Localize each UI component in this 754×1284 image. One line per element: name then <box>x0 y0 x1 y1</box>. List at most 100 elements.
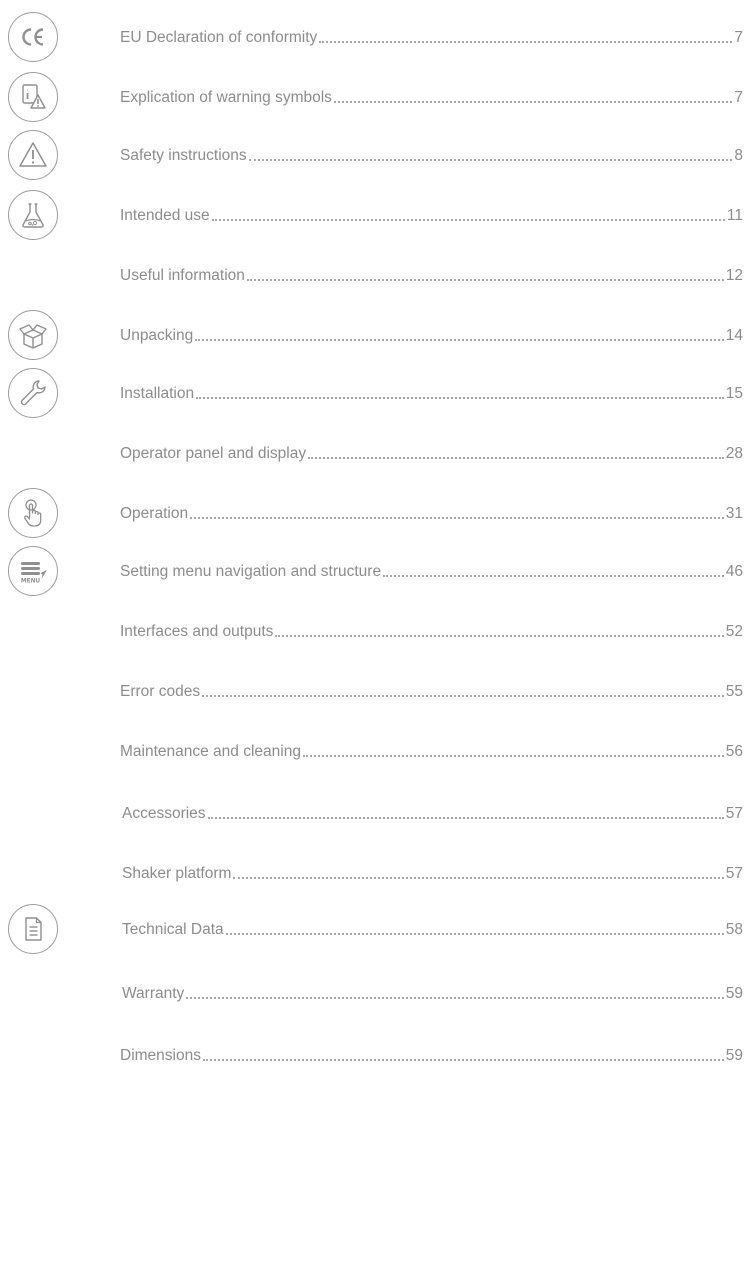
toc-row-maintenance[interactable]: Maintenance and cleaning 56 <box>0 726 754 782</box>
toc-row-operation[interactable]: Operation 31 <box>0 488 754 544</box>
menu-icon-label: MENU <box>21 579 41 585</box>
toc-row-warning-symbols[interactable]: Explication of warning symbols 7 <box>0 72 754 128</box>
toc-title: Warranty <box>122 985 185 1002</box>
toc-row-dimensions[interactable]: Dimensions 59 <box>0 1030 754 1086</box>
toc-entry: Operation 31 <box>120 502 743 524</box>
dot-leader <box>195 339 724 341</box>
toc-entry: Safety instructions 8 <box>120 144 743 166</box>
toc-page-number: 56 <box>725 743 743 760</box>
toc-page-number: 12 <box>725 267 743 284</box>
dot-leader <box>319 41 733 43</box>
lab-flask-icon <box>8 190 58 240</box>
dot-leader <box>333 101 733 103</box>
toc-title: Dimensions <box>120 1047 201 1064</box>
toc-entry: Shaker platform 57 <box>122 862 743 884</box>
toc-row-operator-panel[interactable]: Operator panel and display 28 <box>0 428 754 484</box>
toc-entry: Interfaces and outputs 52 <box>120 620 743 642</box>
toc-row-unpacking[interactable]: Unpacking 14 <box>0 310 754 366</box>
info-warning-icon <box>8 72 58 122</box>
toc-entry: Dimensions 59 <box>120 1044 743 1066</box>
toc-page-number: 28 <box>725 445 743 462</box>
toc-entry: Accessories 57 <box>122 802 743 824</box>
document-icon <box>8 904 58 954</box>
toc-page-number: 8 <box>734 147 743 164</box>
toc-title: Technical Data <box>122 921 224 938</box>
toc-title: Intended use <box>120 207 210 224</box>
toc-title: Installation <box>120 385 195 402</box>
dot-leader <box>308 457 724 459</box>
dot-leader <box>248 159 733 161</box>
toc-entry: Error codes 55 <box>120 680 743 702</box>
toc-page-number: 14 <box>725 327 743 344</box>
touch-hand-icon <box>8 488 58 538</box>
dot-leader <box>207 817 724 819</box>
dot-leader <box>233 877 724 879</box>
toc-page-number: 7 <box>734 29 743 46</box>
toc-page-number: 52 <box>725 623 743 640</box>
toc-title: Error codes <box>120 683 201 700</box>
toc-title: Setting menu navigation and structure <box>120 563 382 580</box>
toc-page-number: 46 <box>725 563 743 580</box>
dot-leader <box>211 219 725 221</box>
toc-row-setting-menu[interactable]: MENU Setting menu navigation and structu… <box>0 546 754 602</box>
toc-row-safety-instructions[interactable]: Safety instructions 8 <box>0 130 754 186</box>
dot-leader <box>225 933 724 935</box>
toc-page-number: 15 <box>725 385 743 402</box>
toc-entry: Warranty 59 <box>122 982 743 1004</box>
toc-entry: Explication of warning symbols 7 <box>120 86 743 108</box>
toc-title: Explication of warning symbols <box>120 89 332 106</box>
toc-entry: Technical Data 58 <box>122 918 743 940</box>
toc-entry: Useful information 12 <box>120 264 743 286</box>
toc-row-warranty[interactable]: Warranty 59 <box>0 968 754 1024</box>
toc-page-number: 7 <box>734 89 743 106</box>
dot-leader <box>275 635 724 637</box>
toc-title: Shaker platform <box>122 865 232 882</box>
dot-leader <box>190 517 724 519</box>
wrench-icon <box>8 368 58 418</box>
toc-title: EU Declaration of conformity <box>120 29 318 46</box>
dot-leader <box>186 997 724 999</box>
toc-row-installation[interactable]: Installation 15 <box>0 368 754 424</box>
toc-title: Operator panel and display <box>120 445 307 462</box>
toc-row-accessories[interactable]: Accessories 57 <box>0 788 754 844</box>
toc-entry: Intended use 11 <box>120 204 743 226</box>
dot-leader <box>302 755 724 757</box>
menu-icon: MENU <box>8 546 58 596</box>
toc-entry: Setting menu navigation and structure 46 <box>120 560 743 582</box>
toc-page-number: 59 <box>725 985 743 1002</box>
dot-leader <box>202 1059 724 1061</box>
toc-row-interfaces[interactable]: Interfaces and outputs 52 <box>0 606 754 662</box>
toc-entry: Installation 15 <box>120 382 743 404</box>
toc-entry: Operator panel and display 28 <box>120 442 743 464</box>
toc-page-number: 55 <box>725 683 743 700</box>
toc-row-technical-data[interactable]: Technical Data 58 <box>0 904 754 960</box>
toc-title: Accessories <box>122 805 206 822</box>
toc-row-useful-information[interactable]: Useful information 12 <box>0 250 754 306</box>
toc-page-number: 59 <box>725 1047 743 1064</box>
toc-row-eu-declaration[interactable]: EU Declaration of conformity 7 <box>0 12 754 68</box>
toc-entry: EU Declaration of conformity 7 <box>120 26 743 48</box>
toc-title: Operation <box>120 505 189 522</box>
toc-entry: Unpacking 14 <box>120 324 743 346</box>
toc-title: Interfaces and outputs <box>120 623 274 640</box>
table-of-contents: EU Declaration of conformity 7 Explicati… <box>0 0 754 1284</box>
toc-title: Useful information <box>120 267 245 284</box>
warning-triangle-icon <box>8 130 58 180</box>
toc-title: Maintenance and cleaning <box>120 743 301 760</box>
toc-page-number: 57 <box>725 805 743 822</box>
dot-leader <box>246 279 724 281</box>
dot-leader <box>202 695 724 697</box>
toc-row-error-codes[interactable]: Error codes 55 <box>0 666 754 722</box>
toc-row-shaker-platform[interactable]: Shaker platform 57 <box>0 848 754 904</box>
dot-leader <box>383 575 724 577</box>
toc-page-number: 31 <box>725 505 743 522</box>
toc-page-number: 11 <box>726 207 743 224</box>
open-box-icon <box>8 310 58 360</box>
toc-page-number: 57 <box>725 865 743 882</box>
toc-title: Unpacking <box>120 327 194 344</box>
toc-title: Safety instructions <box>120 147 247 164</box>
toc-row-intended-use[interactable]: Intended use 11 <box>0 190 754 246</box>
ce-mark-icon <box>8 12 58 62</box>
dot-leader <box>196 397 724 399</box>
toc-page-number: 58 <box>725 921 743 938</box>
